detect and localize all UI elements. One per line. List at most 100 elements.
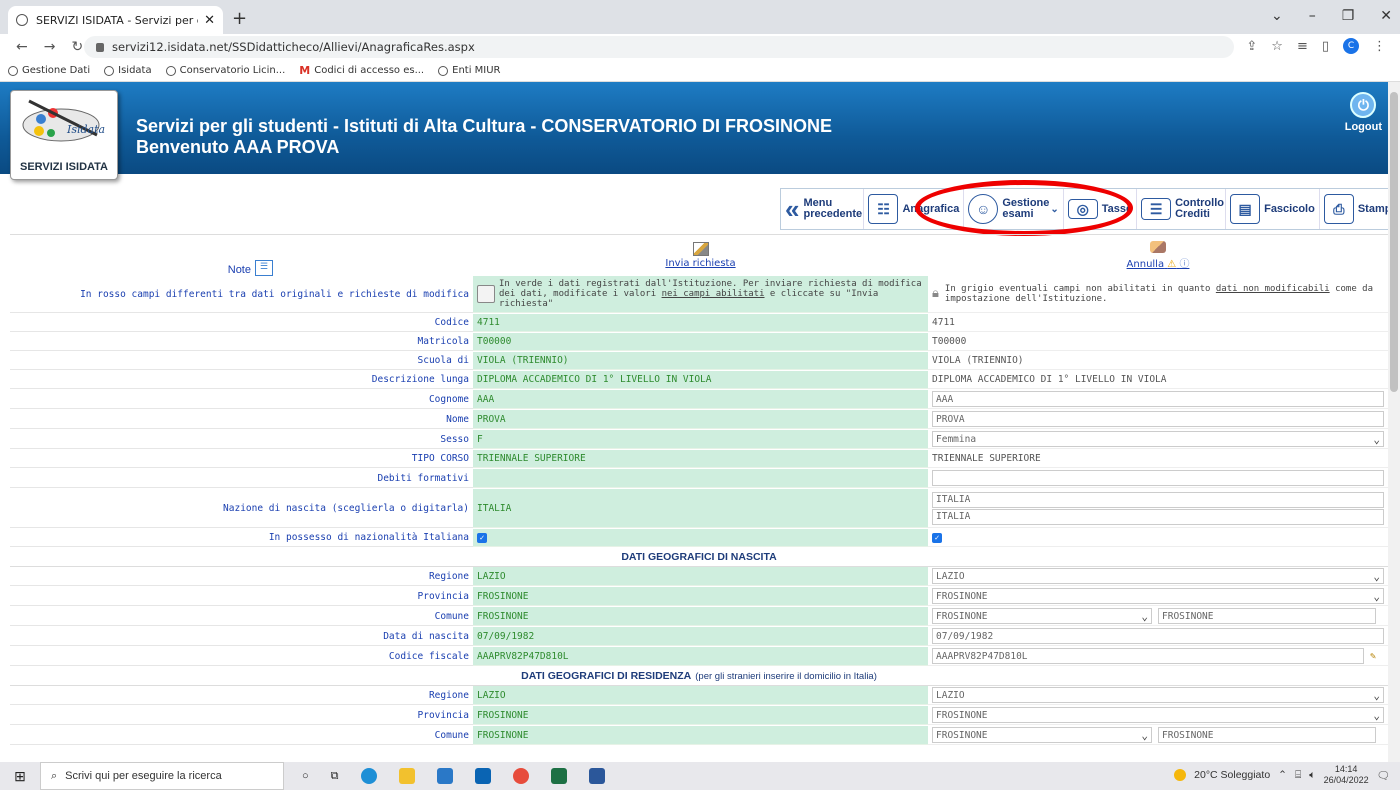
info-icon: ⓘ	[1179, 259, 1190, 270]
data-nascita-input[interactable]: 07/09/1982	[932, 628, 1384, 644]
cortana-icon[interactable]: ○	[302, 770, 309, 782]
close-tab-icon[interactable]: ✕	[204, 13, 215, 28]
banknote-icon: ◎	[1067, 199, 1098, 219]
globe-icon	[8, 65, 18, 76]
row-codice: Codice 4711 4711	[10, 314, 1388, 333]
star-icon[interactable]: ☆	[1271, 39, 1283, 54]
legend-row: In rosso campi differenti tra dati origi…	[10, 276, 1388, 314]
bookmark-item[interactable]: M Codici di accesso es...	[299, 64, 424, 77]
nome-input[interactable]: PROVA	[932, 411, 1384, 427]
invia-richiesta-button[interactable]: Invia richiesta	[473, 235, 928, 276]
nazione-select[interactable]: ITALIA	[932, 491, 1384, 508]
isidata-logo[interactable]: Isidata SERVIZI ISIDATA	[10, 90, 118, 180]
provincia-nascita-select[interactable]: FROSINONE	[932, 588, 1384, 604]
reading-list-icon[interactable]: ≡	[1297, 39, 1308, 54]
gestione-esami-button[interactable]: ☺ Gestione esami ⌄	[964, 189, 1064, 229]
list-icon: ☰	[1141, 198, 1172, 220]
codice-fiscale-input[interactable]: AAAPRV82P47D810L	[932, 648, 1364, 664]
menu-precedente-button[interactable]: « Menu precedente	[781, 189, 865, 229]
windows-taskbar: ⊞ ⌕ Scrivi qui per eseguire la ricerca ○…	[0, 762, 1400, 790]
window-controls: ⌄ – ❐ ✕	[1271, 8, 1392, 24]
regione-residenza-select[interactable]: LAZIO	[932, 687, 1384, 703]
comune-nascita-select[interactable]: FROSINONE	[932, 608, 1152, 624]
edit-pencil-icon[interactable]: ✎	[1370, 651, 1376, 662]
excel-icon[interactable]	[550, 768, 567, 784]
bookmark-item[interactable]: Isidata	[104, 65, 152, 76]
taskbar-apps: ○ ⧉	[302, 768, 605, 784]
tasse-button[interactable]: ◎ Tasse	[1064, 189, 1138, 229]
store-icon[interactable]	[436, 768, 453, 784]
debiti-input[interactable]	[932, 470, 1384, 486]
chrome-icon[interactable]	[512, 768, 529, 784]
id-card-icon: ☷	[868, 194, 899, 224]
sesso-select[interactable]: Femmina	[932, 431, 1384, 447]
page-scrollbar[interactable]	[1388, 82, 1400, 762]
row-comune-nascita: ComuneFROSINONEFROSINONEFROSINONE	[10, 607, 1388, 627]
row-nome: Nome PROVA PROVA	[10, 410, 1388, 430]
gmail-icon: M	[299, 64, 311, 77]
browser-actions: ⇪ ☆ ≡ ▯ C ⋮	[1246, 38, 1386, 54]
reload-icon[interactable]: ↻	[71, 39, 83, 55]
provincia-residenza-select[interactable]: FROSINONE	[932, 707, 1384, 723]
row-provincia-residenza: Provincia FROSINONE FROSINONE	[10, 706, 1388, 726]
network-icon[interactable]: ⌸	[1295, 769, 1301, 782]
task-view-icon[interactable]: ⧉	[331, 770, 339, 783]
nazione-input[interactable]: ITALIA	[932, 508, 1384, 525]
logout-button[interactable]: ⏻ Logout	[1345, 92, 1382, 133]
back-icon[interactable]: ←	[16, 39, 28, 55]
row-nazionalita: In possesso di nazionalità Italiana ✓ ✓	[10, 529, 1388, 548]
row-tipo-corso: TIPO CORSO TRIENNALE SUPERIORE TRIENNALE S…	[10, 450, 1388, 469]
weather-text[interactable]: 20°C Soleggiato	[1194, 769, 1270, 781]
row-nazione: Nazione di nascita (sceglierla o digitar…	[10, 489, 1388, 529]
row-comune-residenza: ComuneFROSINONEFROSINONEFROSINONE	[10, 726, 1388, 746]
note-icon: ☰	[255, 260, 273, 276]
minimize-button[interactable]: –	[1309, 8, 1316, 24]
globe-icon	[438, 65, 449, 76]
bookmark-item[interactable]: Gestione Dati	[8, 65, 90, 76]
clock[interactable]: 14:14 26/04/2022	[1324, 764, 1369, 786]
url-input[interactable]: servizi12.isidata.net/SSDidatticheco/All…	[84, 36, 1234, 58]
notifications-icon[interactable]: 🗨︎	[1377, 769, 1390, 782]
comune-residenza-input[interactable]: FROSINONE	[1158, 727, 1376, 743]
anagrafica-button[interactable]: ☷ Anagrafica	[864, 189, 965, 229]
printer-icon: ⎙	[1323, 194, 1354, 224]
tray-chevron-icon[interactable]: ⌃	[1278, 769, 1287, 781]
edge-icon[interactable]	[360, 768, 377, 784]
note-button[interactable]: Note ☰	[10, 235, 473, 276]
bookmark-item[interactable]: Conservatorio Licin...	[165, 65, 285, 76]
menu-icon[interactable]: ⋮	[1373, 39, 1386, 54]
legend-left: In rosso campi differenti tra dati origi…	[10, 276, 473, 313]
tab-search-icon[interactable]: ⌄	[1271, 8, 1283, 24]
taskbar-search-input[interactable]: ⌕ Scrivi qui per eseguire la ricerca	[40, 762, 284, 790]
system-tray: 20°C Soleggiato ⌃ ⌸ 🔈︎ 14:14 26/04/2022 …	[1174, 764, 1390, 786]
scrollbar-thumb[interactable]	[1390, 92, 1398, 392]
controllo-crediti-button[interactable]: ☰ Controllo Crediti	[1137, 189, 1227, 229]
comune-residenza-select[interactable]: FROSINONE	[932, 727, 1152, 743]
comune-nascita-input[interactable]: FROSINONE	[1158, 608, 1376, 624]
restore-button[interactable]: ❐	[1342, 8, 1355, 24]
new-tab-button[interactable]: +	[232, 8, 247, 29]
nazionalita-checkbox[interactable]: ✓	[932, 532, 942, 543]
profile-avatar[interactable]: C	[1343, 38, 1359, 54]
volume-icon[interactable]: 🔈︎	[1309, 769, 1315, 782]
forward-icon[interactable]: →	[44, 39, 56, 55]
windows-start-icon[interactable]: ⊞	[0, 768, 40, 785]
close-window-button[interactable]: ✕	[1380, 8, 1392, 24]
globe-icon	[104, 65, 115, 76]
chevron-down-icon: ⌄	[1050, 203, 1059, 215]
cognome-input[interactable]: AAA	[932, 391, 1384, 407]
regione-nascita-select[interactable]: LAZIO	[932, 568, 1384, 584]
mail-icon[interactable]	[474, 768, 491, 784]
fascicolo-button[interactable]: ▤ Fascicolo	[1226, 189, 1320, 229]
side-panel-icon[interactable]: ▯	[1322, 39, 1329, 54]
bookmark-item[interactable]: Enti MIUR	[438, 65, 501, 76]
annulla-button[interactable]: Annulla ⚠ ⓘ	[928, 235, 1388, 276]
weather-sun-icon	[1174, 769, 1187, 781]
anagrafica-form: Note ☰ Invia richiesta Annulla ⚠ ⓘ In ro…	[10, 234, 1388, 746]
word-icon[interactable]	[588, 768, 605, 784]
row-cognome: Cognome AAA AAA	[10, 390, 1388, 410]
browser-tab[interactable]: SERVIZI ISIDATA - Servizi per gli st ✕	[8, 6, 223, 34]
share-icon[interactable]: ⇪	[1246, 39, 1257, 54]
file-explorer-icon[interactable]	[398, 768, 415, 784]
lock-icon: 🔒︎	[932, 286, 939, 301]
